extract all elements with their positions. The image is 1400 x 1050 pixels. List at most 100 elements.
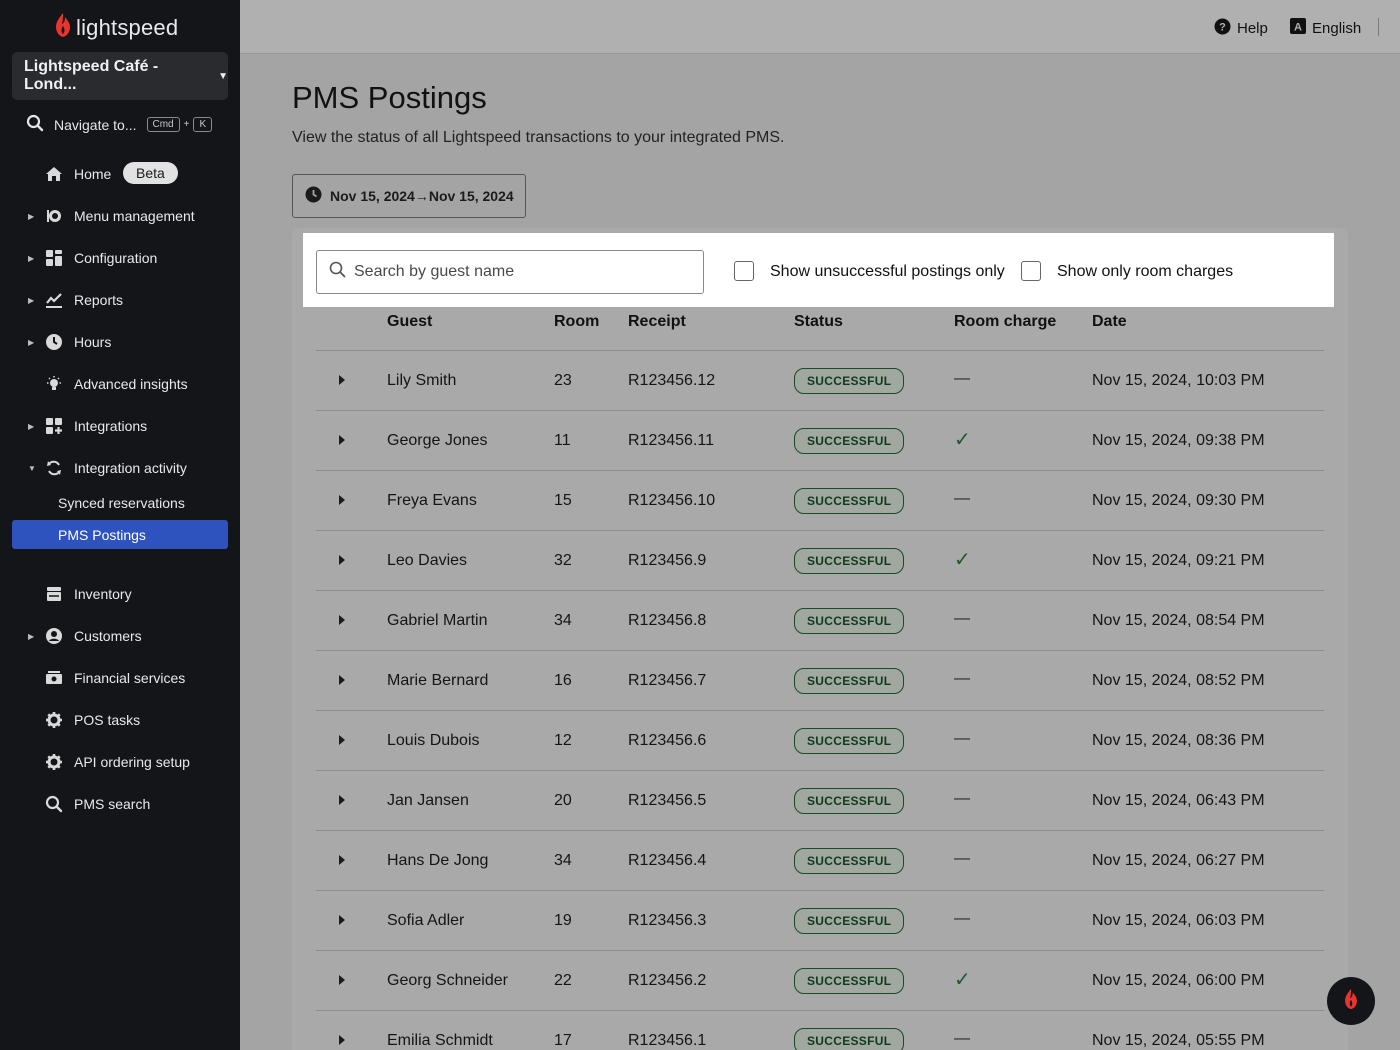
language-selector[interactable]: A English — [1290, 18, 1361, 38]
clock-icon — [44, 332, 64, 352]
posting-date: Nov 15, 2024, 10:03 PM — [1092, 372, 1265, 389]
table-row[interactable]: Marie Bernard 16 R123456.7 SUCCESSFUL — … — [316, 651, 1324, 711]
lightspeed-logo[interactable]: lightspeed — [54, 12, 178, 43]
column-header-room-charge[interactable]: Room charge — [954, 313, 1056, 331]
posting-date: Nov 15, 2024, 08:36 PM — [1092, 732, 1265, 749]
expand-row-icon[interactable] — [339, 915, 345, 925]
guest-name: Leo Davies — [387, 552, 468, 569]
sidebar-item-integration-activity[interactable]: ▼ Integration activity — [0, 452, 240, 484]
guest-name: Jan Jansen — [387, 792, 469, 809]
column-header-room[interactable]: Room — [554, 313, 599, 331]
store-selector[interactable]: Lightspeed Café - Lond... ▼ — [12, 52, 228, 100]
sidebar-item-label: POS tasks — [74, 712, 141, 728]
sidebar-item-label: Configuration — [74, 250, 158, 266]
sidebar-item-reports[interactable]: ▶ Reports — [0, 284, 240, 316]
sidebar-item-home[interactable]: Home Beta — [0, 158, 240, 190]
room-number: 22 — [554, 972, 572, 989]
sidebar-item-financial-services[interactable]: Financial services — [0, 662, 240, 694]
sidebar-subitem-pms-postings[interactable]: PMS Postings — [12, 520, 228, 549]
receipt-number: R123456.10 — [628, 492, 716, 509]
table-row[interactable]: Louis Dubois 12 R123456.6 SUCCESSFUL — N… — [316, 711, 1324, 771]
status-badge: SUCCESSFUL — [794, 488, 905, 514]
sidebar-item-label: Hours — [74, 334, 112, 350]
search-icon — [44, 794, 64, 814]
table-row[interactable]: Hans De Jong 34 R123456.4 SUCCESSFUL — N… — [316, 831, 1324, 891]
table-row[interactable]: Lily Smith 23 R123456.12 SUCCESSFUL — No… — [316, 351, 1324, 411]
guest-search-input[interactable] — [354, 263, 684, 281]
sidebar-item-inventory[interactable]: Inventory — [0, 578, 240, 610]
menu-icon — [44, 206, 64, 226]
cash-icon — [44, 668, 64, 688]
expand-row-icon[interactable] — [339, 855, 345, 865]
navigate-search[interactable]: Navigate to... Cmd + K — [26, 114, 213, 135]
column-header-status[interactable]: Status — [794, 313, 843, 331]
help-button[interactable]: ? Help — [1214, 18, 1268, 39]
room-number: 11 — [554, 432, 571, 449]
status-badge: SUCCESSFUL — [794, 848, 905, 874]
table-row[interactable]: Georg Schneider 22 R123456.2 SUCCESSFUL … — [316, 951, 1324, 1011]
table-row[interactable]: Leo Davies 32 R123456.9 SUCCESSFUL ✓ Nov… — [316, 531, 1324, 591]
lightspeed-assistant-button[interactable] — [1327, 977, 1375, 1025]
room-charges-label[interactable]: Show only room charges — [1057, 263, 1233, 281]
table-row[interactable]: Freya Evans 15 R123456.10 SUCCESSFUL — N… — [316, 471, 1324, 531]
sidebar-item-api-ordering-setup[interactable]: API ordering setup — [0, 746, 240, 778]
status-badge: SUCCESSFUL — [794, 968, 905, 994]
sidebar-item-hours[interactable]: ▶ Hours — [0, 326, 240, 358]
sidebar-item-menu-management[interactable]: ▶ Menu management — [0, 200, 240, 232]
expand-row-icon[interactable] — [339, 615, 345, 625]
room-charges-checkbox[interactable] — [1021, 261, 1041, 281]
table-row[interactable]: George Jones 11 R123456.11 SUCCESSFUL ✓ … — [316, 411, 1324, 471]
expand-arrow-icon: ▶ — [28, 631, 35, 641]
sidebar-item-customers[interactable]: ▶ Customers — [0, 620, 240, 652]
table-row[interactable]: Sofia Adler 19 R123456.3 SUCCESSFUL — No… — [316, 891, 1324, 951]
guest-search-field[interactable] — [316, 250, 704, 294]
expand-row-icon[interactable] — [339, 735, 345, 745]
status-badge: SUCCESSFUL — [794, 668, 905, 694]
expand-row-icon[interactable] — [339, 435, 345, 445]
sidebar-item-label: PMS search — [74, 796, 151, 812]
room-number: 19 — [554, 912, 572, 929]
column-header-guest[interactable]: Guest — [387, 313, 432, 331]
table-row[interactable]: Emilia Schmidt 17 R123456.1 SUCCESSFUL —… — [316, 1011, 1324, 1050]
receipt-number: R123456.9 — [628, 552, 707, 569]
guest-name: Hans De Jong — [387, 852, 489, 869]
column-header-date[interactable]: Date — [1092, 313, 1127, 331]
flame-icon — [54, 12, 72, 43]
unsuccessful-postings-checkbox[interactable] — [734, 261, 754, 281]
svg-text:?: ? — [1219, 22, 1226, 34]
sidebar-subitem-synced-reservations[interactable]: Synced reservations — [58, 495, 185, 511]
search-icon — [26, 114, 44, 135]
clock-icon — [305, 186, 322, 206]
expand-row-icon[interactable] — [339, 555, 345, 565]
sidebar-item-configuration[interactable]: ▶ Configuration — [0, 242, 240, 274]
room-number: 34 — [554, 852, 572, 869]
sidebar-item-label: Advanced insights — [74, 376, 188, 392]
table-row[interactable]: Gabriel Martin 34 R123456.8 SUCCESSFUL —… — [316, 591, 1324, 651]
room-charge-value: — — [954, 610, 970, 627]
kbd-k: K — [193, 117, 213, 132]
room-charge-value: ✓ — [954, 969, 971, 991]
column-header-receipt[interactable]: Receipt — [628, 313, 686, 331]
guest-name: Louis Dubois — [387, 732, 480, 749]
room-number: 20 — [554, 792, 572, 809]
unsuccessful-postings-label[interactable]: Show unsuccessful postings only — [770, 263, 1005, 281]
receipt-number: R123456.1 — [628, 1032, 707, 1049]
date-range-button[interactable]: Nov 15, 2024→Nov 15, 2024 — [292, 174, 526, 218]
expand-row-icon[interactable] — [339, 675, 345, 685]
expand-row-icon[interactable] — [339, 375, 345, 385]
sidebar-item-advanced-insights[interactable]: Advanced insights — [0, 368, 240, 400]
room-number: 15 — [554, 492, 572, 509]
sidebar-item-pms-search[interactable]: PMS search — [0, 788, 240, 820]
table-row[interactable]: Jan Jansen 20 R123456.5 SUCCESSFUL — Nov… — [316, 771, 1324, 831]
expand-row-icon[interactable] — [339, 495, 345, 505]
room-charge-value: — — [954, 730, 970, 747]
expand-row-icon[interactable] — [339, 1035, 345, 1045]
expand-row-icon[interactable] — [339, 975, 345, 985]
sidebar-item-pos-tasks[interactable]: POS tasks — [0, 704, 240, 736]
sidebar-item-label: Customers — [74, 628, 142, 644]
expand-row-icon[interactable] — [339, 795, 345, 805]
expand-arrow-icon: ▶ — [28, 421, 35, 431]
expand-arrow-icon: ▶ — [28, 211, 35, 221]
sidebar-item-integrations[interactable]: ▶ Integrations — [0, 410, 240, 442]
home-icon — [44, 164, 64, 184]
